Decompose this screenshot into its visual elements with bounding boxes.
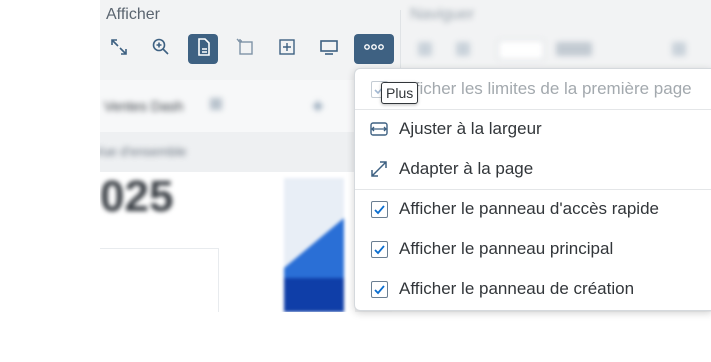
more-dots-icon bbox=[363, 37, 385, 62]
document-header: Ventes Dash + bbox=[100, 80, 355, 132]
document-icon bbox=[193, 37, 213, 62]
view-section-title: Afficher bbox=[106, 6, 160, 23]
new-page-button[interactable] bbox=[230, 34, 260, 64]
add-page-icon bbox=[277, 37, 297, 62]
menu-item-label: Adapter à la page bbox=[399, 159, 534, 178]
fit-width-icon bbox=[369, 119, 389, 139]
checkbox-checked-icon bbox=[369, 279, 389, 299]
add-page-button[interactable] bbox=[272, 34, 302, 64]
new-page-icon bbox=[235, 37, 255, 62]
present-button[interactable] bbox=[314, 34, 344, 64]
menu-item-fit-page[interactable]: Adapter à la page bbox=[355, 149, 711, 189]
more-menu: Afficher les limites de la première page… bbox=[354, 68, 711, 311]
fit-view-button[interactable] bbox=[104, 34, 134, 64]
document-header-text: Ventes Dash bbox=[104, 98, 184, 114]
navigation-controls bbox=[412, 38, 707, 62]
menu-item-show-quick-access-panel[interactable]: Afficher le panneau d'accès rapide bbox=[355, 189, 711, 229]
menu-item-label: Ajuster à la largeur bbox=[399, 119, 542, 138]
menu-item-show-main-panel[interactable]: Afficher le panneau principal bbox=[355, 229, 711, 269]
toolbar-divider bbox=[400, 10, 401, 76]
document-header-icon bbox=[210, 98, 222, 110]
zoom-in-icon bbox=[151, 37, 171, 62]
menu-item-label: Afficher le panneau principal bbox=[399, 239, 614, 258]
kpi-value: 025 bbox=[100, 172, 174, 221]
menu-item-label: Afficher le panneau de création bbox=[399, 279, 635, 298]
screen-icon bbox=[319, 37, 339, 62]
checkbox-checked-icon bbox=[369, 199, 389, 219]
more-tooltip: Plus bbox=[381, 82, 419, 104]
fit-page-icon bbox=[369, 159, 389, 179]
menu-item-label: Afficher les limites de la première page bbox=[399, 79, 692, 98]
page-view-button[interactable] bbox=[188, 34, 218, 64]
document-subheader-text: Vue d'ensemble bbox=[100, 144, 187, 159]
document-subheader: Vue d'ensemble bbox=[100, 132, 355, 172]
add-icon: + bbox=[312, 96, 324, 118]
kpi-tile bbox=[100, 248, 219, 312]
expand-arrows-icon bbox=[109, 37, 129, 62]
chart-visual bbox=[284, 178, 344, 312]
more-button[interactable] bbox=[354, 34, 394, 64]
menu-item-label: Afficher le panneau d'accès rapide bbox=[399, 199, 659, 218]
checkbox-checked-icon bbox=[369, 239, 389, 259]
navigate-section-title: Naviguer bbox=[410, 6, 475, 23]
zoom-button[interactable] bbox=[146, 34, 176, 64]
menu-item-fit-width[interactable]: Ajuster à la largeur bbox=[355, 109, 711, 149]
menu-item-show-creation-panel[interactable]: Afficher le panneau de création bbox=[355, 269, 711, 309]
